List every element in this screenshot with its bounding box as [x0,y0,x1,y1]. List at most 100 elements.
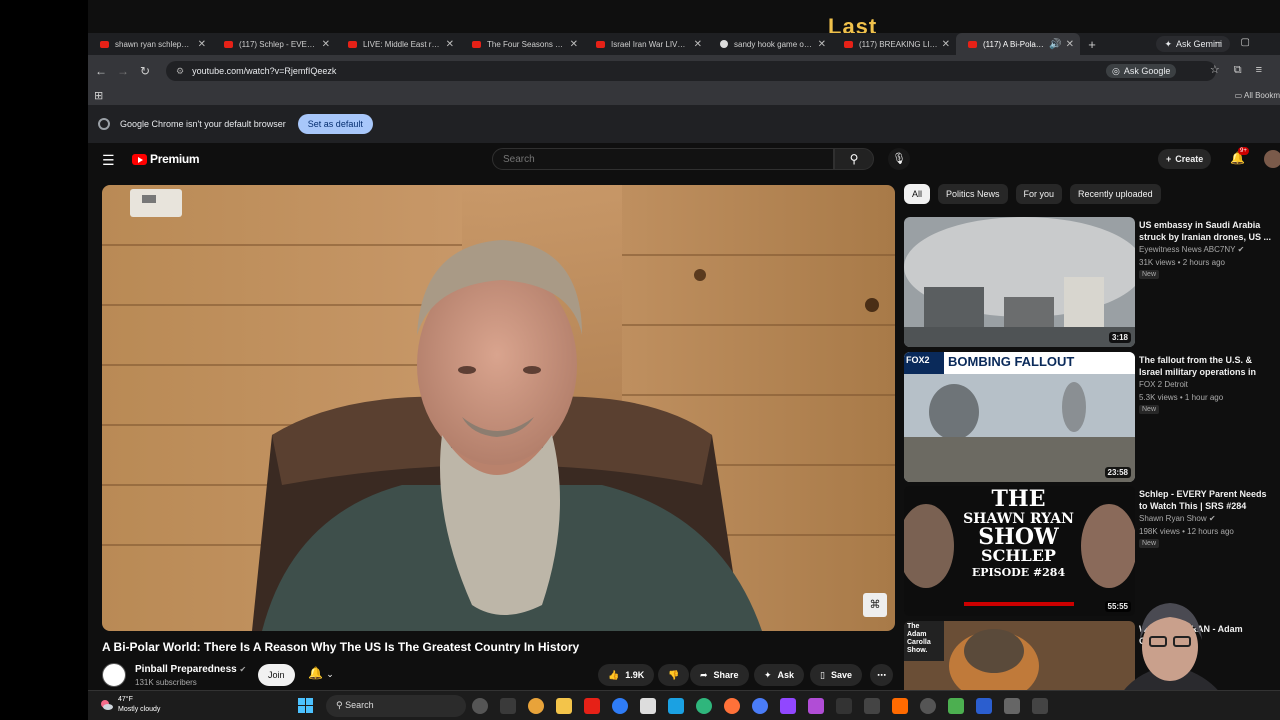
chip-for-you[interactable]: For you [1015,184,1063,204]
channel-avatar[interactable] [102,663,126,687]
close-tab-icon[interactable]: ✕ [322,39,330,50]
close-tab-icon[interactable]: ✕ [1066,39,1074,50]
browser-icon[interactable] [752,698,768,714]
video-duration: 3:18 [1108,332,1131,343]
like-button[interactable]: 👍 1.9K [598,664,655,686]
app-icon[interactable] [976,698,992,714]
recommended-channel-text: Shawn Ryan Show [1139,514,1207,523]
search-button[interactable]: ⚲ [834,148,874,170]
start-button[interactable] [298,698,313,713]
chip-recently-uploaded[interactable]: Recently uploaded [1070,184,1161,204]
site-info-icon[interactable]: ⚙ [176,66,184,77]
thumbnail-headline: BOMBING FALLOUT [948,354,1075,369]
video-title: A Bi-Polar World: There Is A Reason Why … [102,640,580,654]
subscribe-bell-button[interactable]: 🔔 ⌄ [308,666,334,680]
apps-grid-icon[interactable]: ⊞ [94,89,103,102]
video-thumbnail[interactable]: FOX2 BOMBING FALLOUT 23:58 [904,352,1135,482]
close-tab-icon[interactable]: ✕ [942,39,950,50]
more-actions-button[interactable]: ⋯ [870,664,893,686]
app-icon[interactable] [1004,698,1020,714]
window-controls[interactable]: –▢ [1215,37,1270,48]
ask-google-button[interactable]: ◎ Ask Google [1106,64,1177,78]
ask-button[interactable]: ✦ Ask [754,664,805,686]
browser-tab[interactable]: The Four Seasons - She ✕ [460,33,584,55]
app-icon[interactable] [808,698,824,714]
create-button[interactable]: + Create [1158,149,1212,169]
app-icon[interactable] [864,698,880,714]
dislike-button[interactable]: 👎 [658,664,690,686]
edge-icon[interactable] [696,698,712,714]
new-tab-button[interactable]: + [1080,37,1104,52]
app-icon[interactable] [892,698,908,714]
file-explorer-icon[interactable] [556,698,572,714]
new-badge: New [1139,405,1160,414]
taskbar-search[interactable]: ⚲ Search [326,695,466,717]
thumbnail-brand-text: FOX2 [906,355,930,365]
video-player[interactable]: ⌘ [102,185,895,631]
search-icon: ⚲ [336,700,343,710]
taskbar-apps [472,698,1048,714]
forward-icon[interactable]: → [112,64,134,78]
firefox-icon[interactable] [724,698,740,714]
voice-search-button[interactable]: 🎙 [888,148,910,170]
weather-widget[interactable]: 47°F Mostly cloudy [100,695,160,715]
recommended-title[interactable]: Schlep - EVERY Parent Needs to Watch Thi… [1139,488,1274,512]
chip-all[interactable]: All [904,184,931,204]
browser-tab[interactable]: (117) Schlep - EVERY Pa ✕ [212,33,336,55]
close-tab-icon[interactable]: ✕ [570,39,578,50]
settings-icon[interactable] [920,698,936,714]
set-default-button[interactable]: Set as default [297,114,373,134]
recommended-title[interactable]: US embassy in Saudi Arabia struck by Ira… [1139,219,1274,243]
chrome-icon[interactable] [528,698,544,714]
back-icon[interactable]: ← [90,64,112,78]
close-tab-icon[interactable]: ✕ [818,39,826,50]
recommended-video[interactable]: FOX2 BOMBING FALLOUT 23:58 The fallout f… [904,352,1280,482]
recommended-channel[interactable]: FOX 2 Detroit [1139,380,1188,389]
speaker-icon[interactable]: 🔊 [1049,39,1061,50]
tab-strip: shawn ryan schlepp ep ✕ (117) Schlep - EV… [88,33,1280,55]
more-icon: ⋯ [877,669,886,680]
youtube-icon[interactable] [584,698,600,714]
recommended-title[interactable]: The fallout from the U.S. & Israel milit… [1139,354,1274,379]
close-tab-icon[interactable]: ✕ [198,39,206,50]
youtube-logo[interactable]: Premium [132,152,200,166]
app-icon[interactable] [948,698,964,714]
search-input[interactable] [492,148,834,170]
menu-icon[interactable]: ☰ [102,152,115,169]
close-tab-icon[interactable]: ✕ [694,39,702,50]
browser-tab[interactable]: Israel Iran War LIVE | IR ✕ [584,33,708,55]
captions-overlay-icon[interactable]: ⌘ [863,593,887,617]
video-thumbnail[interactable]: 3:18 [904,217,1135,347]
chip-politics-news[interactable]: Politics News [938,184,1008,204]
browser-tab[interactable]: (117) BREAKING LIVE: C ✕ [832,33,956,55]
share-button[interactable]: ➦ Share [690,664,749,686]
browser-tab[interactable]: shawn ryan schlepp ep ✕ [88,33,212,55]
recommended-channel[interactable]: Shawn Ryan Show ✔ [1139,514,1216,523]
recommended-video[interactable]: 3:18 US embassy in Saudi Arabia struck b… [904,217,1280,347]
app-icon[interactable] [780,698,796,714]
messenger-icon[interactable] [612,698,628,714]
join-button[interactable]: Join [258,664,295,686]
store-icon[interactable] [640,698,656,714]
recommended-channel[interactable]: Eyewitness News ABC7NY ✔ [1139,245,1244,254]
channel-row: Pinball Preparedness ✔ 131K subscribers … [102,660,902,690]
thumbs-up-icon: 👍 [608,669,620,680]
all-bookmarks-link[interactable]: ▭ All Bookm [1235,91,1280,100]
save-button[interactable]: ▯ Save [810,664,862,686]
browser-tab-active[interactable]: (117) A Bi-Polar W 🔊 ✕ [956,33,1080,55]
search-icon: ⚲ [849,152,859,166]
task-view-icon[interactable] [500,698,516,714]
notifications-button[interactable]: 🔔 9+ [1230,147,1249,165]
app-icon[interactable] [472,698,488,714]
reload-icon[interactable]: ↻ [134,64,156,78]
app-icon[interactable] [1032,698,1048,714]
channel-name[interactable]: Pinball Preparedness ✔ [135,664,246,675]
browser-tab[interactable]: LIVE: Middle East real-ti ✕ [336,33,460,55]
account-avatar[interactable] [1264,150,1280,168]
terminal-icon[interactable] [836,698,852,714]
close-tab-icon[interactable]: ✕ [446,39,454,50]
browser-tab[interactable]: sandy hook game on m ✕ [708,33,832,55]
address-bar[interactable]: ⚙ youtube.com/watch?v=RjemfIQeezk [166,61,1216,81]
copilot-icon[interactable] [668,698,684,714]
toolbar-actions[interactable]: ☆⧉≡ [1210,63,1276,77]
